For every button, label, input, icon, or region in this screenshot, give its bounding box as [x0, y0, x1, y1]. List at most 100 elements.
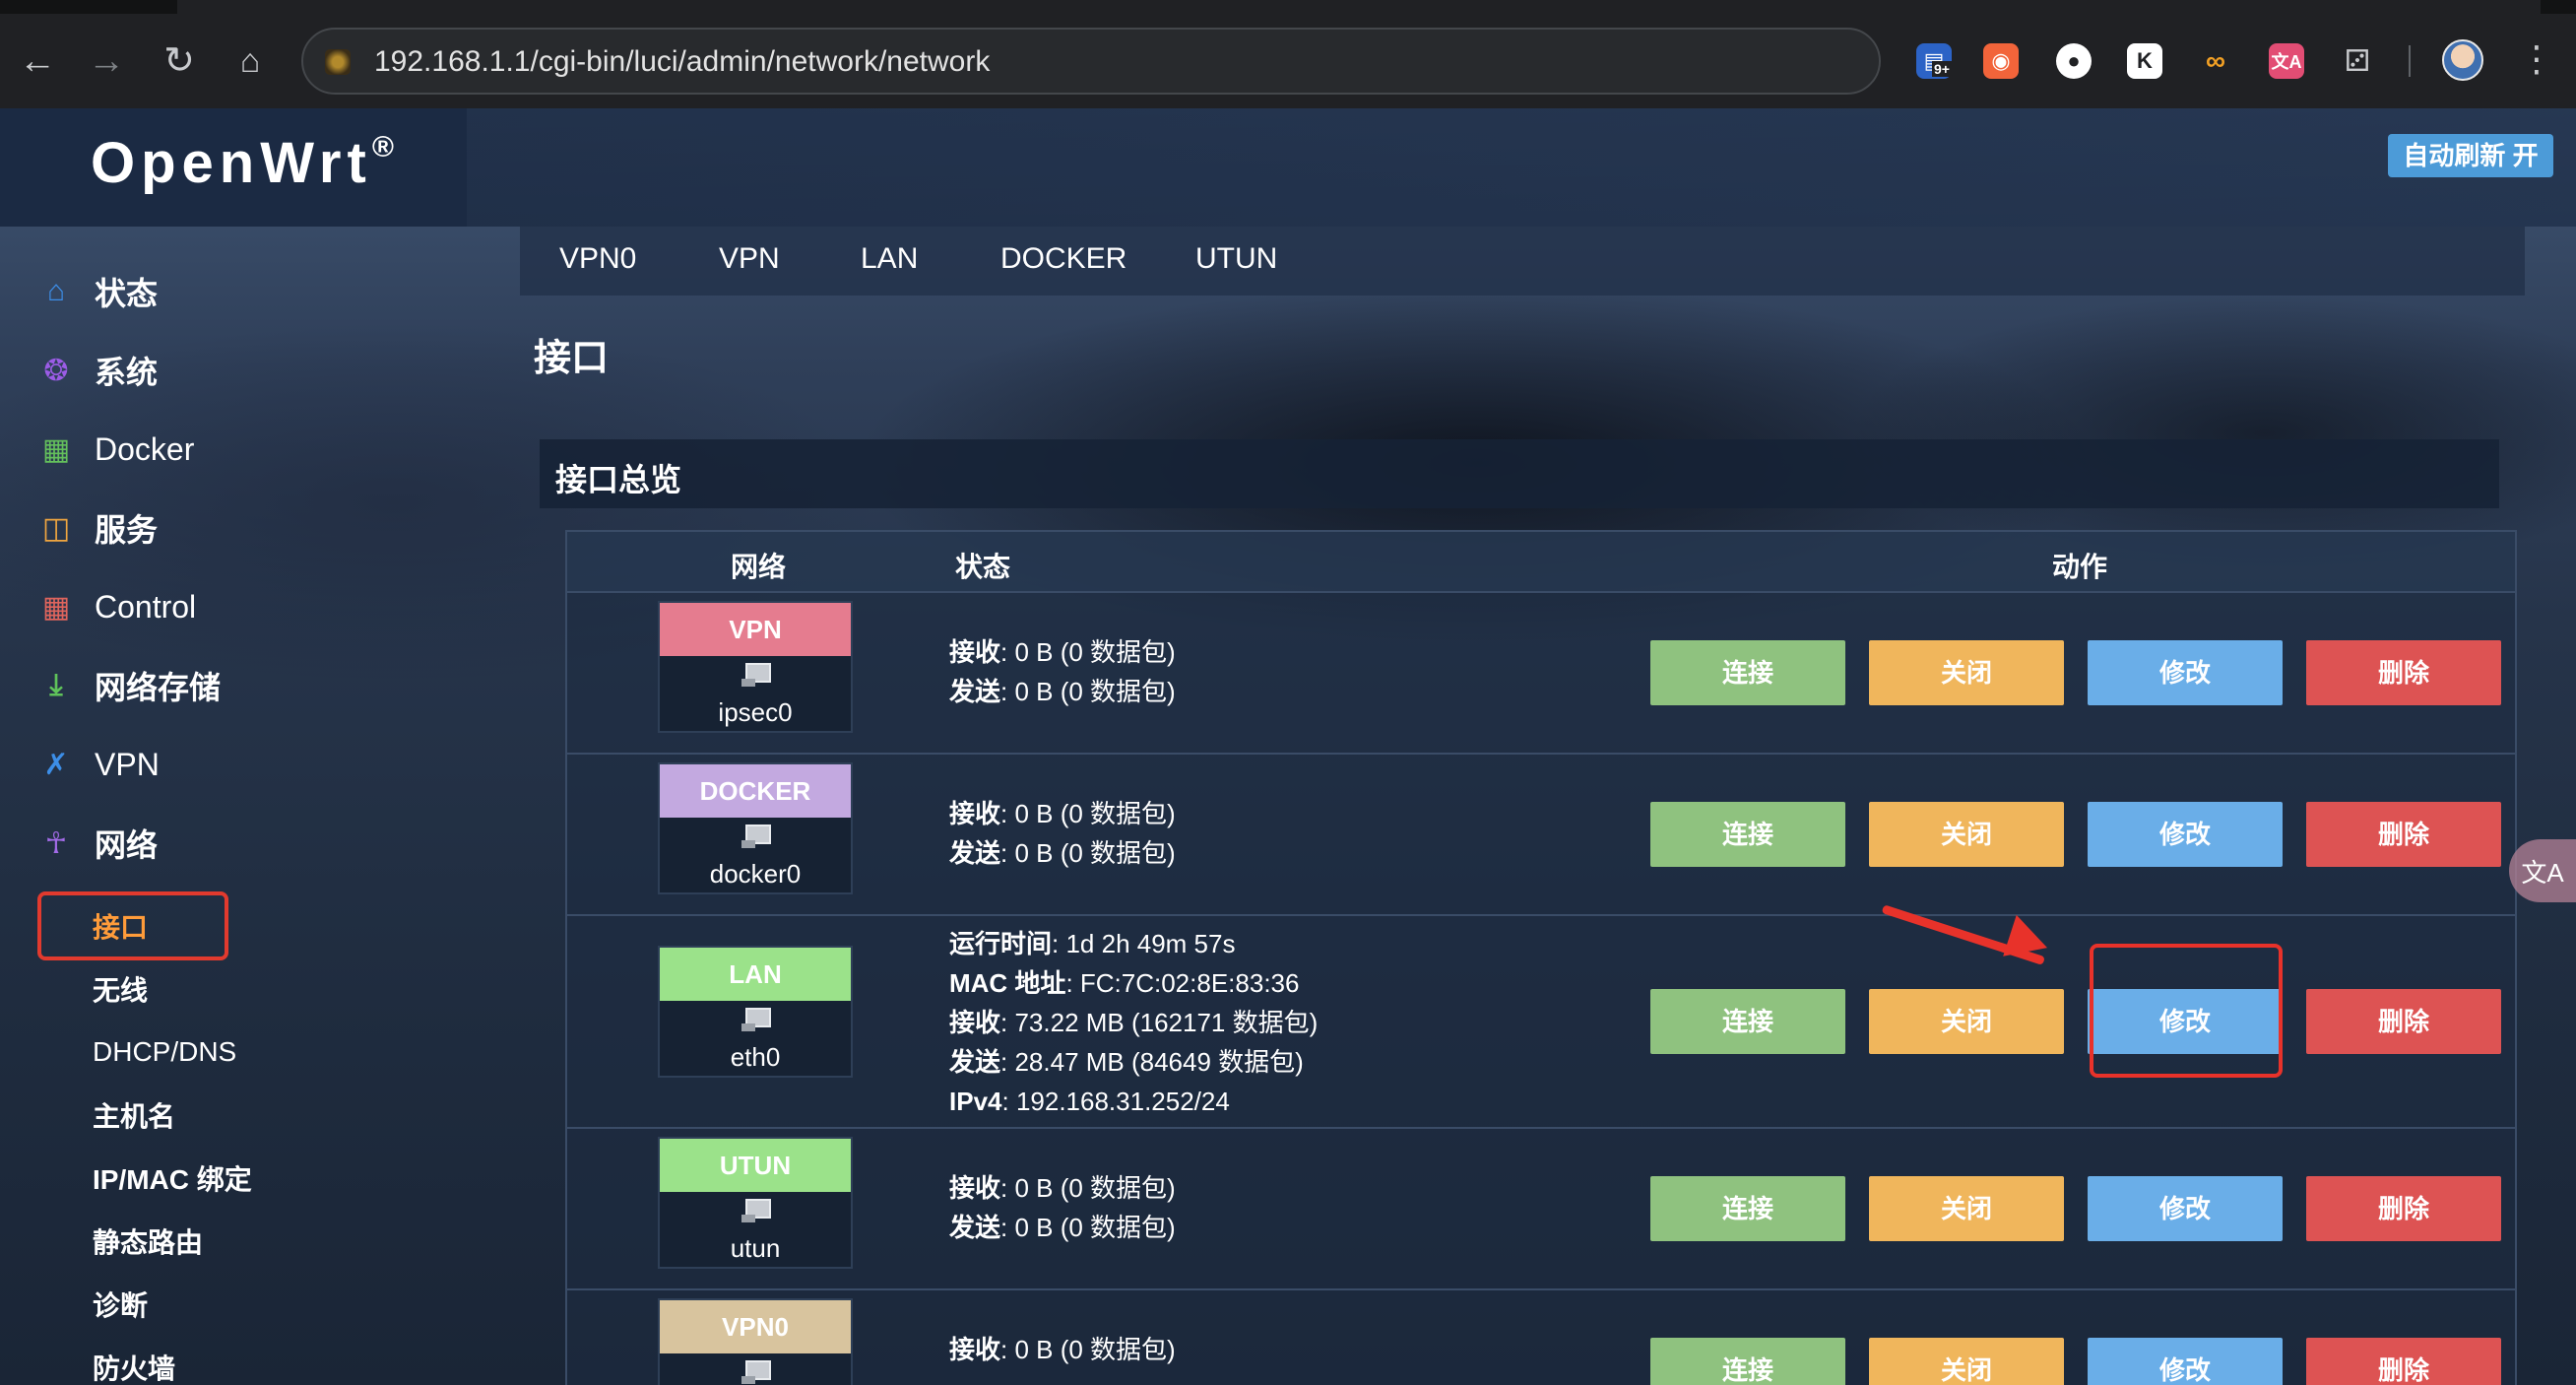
- network-device: utun: [730, 1232, 781, 1263]
- extension-circle-icon[interactable]: ●: [2056, 43, 2092, 79]
- tab-lan[interactable]: LAN: [861, 242, 918, 276]
- ethernet-port-icon: [660, 656, 851, 693]
- home-icon: ⌂: [46, 275, 66, 307]
- connect-button[interactable]: 连接: [1650, 802, 1845, 867]
- gear-icon: ❂: [43, 354, 69, 387]
- sidebar-sub-wireless[interactable]: 无线: [93, 965, 148, 1013]
- url-text[interactable]: 192.168.1.1/cgi-bin/luci/admin/network/n…: [374, 45, 990, 79]
- ethernet-port-icon: [660, 1353, 851, 1385]
- profile-avatar[interactable]: [2442, 39, 2483, 81]
- interface-tabs: VPN0 VPN LAN DOCKER UTUN: [520, 227, 2525, 296]
- section-title: 接口总览: [555, 462, 682, 497]
- tab-vpn[interactable]: VPN: [719, 242, 780, 276]
- home-icon[interactable]: ⌂: [226, 37, 274, 85]
- tab-vpn0[interactable]: VPN0: [559, 242, 636, 276]
- extension-orange-icon[interactable]: ◉: [1983, 43, 2019, 79]
- status-block: 接收: 0 B (0 数据包) 发送: 0 B (0 数据包): [949, 1173, 1176, 1242]
- ethernet-port-icon: [660, 1192, 851, 1229]
- edit-button[interactable]: 修改: [2088, 640, 2283, 705]
- edit-button[interactable]: 修改: [2088, 1176, 2283, 1241]
- delete-button[interactable]: 删除: [2306, 1338, 2501, 1385]
- network-card[interactable]: UTUN utun: [658, 1137, 853, 1269]
- calendar-icon: ▦: [41, 590, 71, 624]
- delete-button[interactable]: 删除: [2306, 989, 2501, 1054]
- sidebar-item-status[interactable]: ⌂ 状态: [37, 262, 158, 321]
- sidebar-item-network[interactable]: ☥ 网络: [37, 814, 158, 873]
- forward-arrow-icon[interactable]: →: [83, 37, 130, 85]
- delete-button[interactable]: 删除: [2306, 802, 2501, 867]
- table-row: VPN0 接收: 0 B (0 数据包) 连接 关闭 修改 删除: [565, 1290, 2517, 1385]
- sidebar-item-control[interactable]: ▦ Control: [37, 577, 196, 636]
- openwrt-page: OpenWrt® 自动刷新 开 ⌂ 状态 ❂ 系统 ▦ Docker ◫ 服务 …: [0, 108, 2576, 1385]
- tab-docker[interactable]: DOCKER: [1000, 242, 1127, 276]
- stop-button[interactable]: 关闭: [1869, 1176, 2064, 1241]
- table-header: 网络 状态 动作: [565, 530, 2517, 593]
- network-card[interactable]: VPN ipsec0: [658, 601, 853, 733]
- address-bar[interactable]: 192.168.1.1/cgi-bin/luci/admin/network/n…: [301, 28, 1881, 95]
- sidebar-item-label: 服务: [95, 512, 159, 548]
- stop-button[interactable]: 关闭: [1869, 640, 2064, 705]
- sidebar-sub-dhcp-dns[interactable]: DHCP/DNS: [93, 1028, 236, 1076]
- table-row: DOCKER docker0 接收: 0 B (0 数据包) 发送: 0 B (…: [565, 755, 2517, 916]
- network-name: UTUN: [660, 1139, 851, 1192]
- edit-button[interactable]: 修改: [2088, 802, 2283, 867]
- network-device: eth0: [730, 1041, 781, 1072]
- status-block: 接收: 0 B (0 数据包): [949, 1335, 1176, 1364]
- network-icon: ☥: [44, 826, 68, 860]
- connect-button[interactable]: 连接: [1650, 640, 1845, 705]
- connect-button[interactable]: 连接: [1650, 1338, 1845, 1385]
- sidebar-sub-hostnames[interactable]: 主机名: [93, 1091, 175, 1139]
- brand-logo[interactable]: OpenWrt®: [91, 130, 394, 196]
- sidebar-item-services[interactable]: ◫ 服务: [37, 498, 158, 558]
- grid-icon: ▦: [41, 432, 71, 466]
- connect-button[interactable]: 连接: [1650, 1176, 1845, 1241]
- floating-translate-icon[interactable]: 文A: [2509, 839, 2576, 902]
- extension-k-icon[interactable]: K: [2127, 43, 2162, 79]
- sidebar-sub-firewall[interactable]: 防火墙: [93, 1344, 175, 1385]
- network-name: LAN: [660, 948, 851, 1001]
- network-card[interactable]: VPN0: [658, 1298, 853, 1385]
- stop-button[interactable]: 关闭: [1869, 989, 2064, 1054]
- sidebar-item-label: Docker: [95, 430, 195, 467]
- sidebar-item-label: VPN: [95, 746, 160, 782]
- sidebar-sub-static-routes[interactable]: 静态路由: [93, 1218, 203, 1265]
- sidebar-item-label: Control: [95, 588, 197, 625]
- network-card[interactable]: DOCKER docker0: [658, 762, 853, 894]
- sidebar-item-nas[interactable]: ⤓ 网络存储: [37, 656, 221, 715]
- extension-bookmark-icon[interactable]: ▤ 9+: [1916, 43, 1952, 79]
- tab-utun[interactable]: UTUN: [1195, 242, 1277, 276]
- auto-refresh-toggle[interactable]: 自动刷新 开: [2388, 134, 2553, 177]
- sidebar-sub-ip-mac-binding[interactable]: IP/MAC 绑定: [93, 1154, 252, 1202]
- annotation-highlight-box: [2090, 944, 2283, 1078]
- column-actions: 动作: [2052, 552, 2108, 582]
- sidebar: ⌂ 状态 ❂ 系统 ▦ Docker ◫ 服务 ▦ Control ⤓ 网络存储…: [0, 227, 492, 1385]
- extension-translate-icon[interactable]: 文A: [2269, 43, 2304, 79]
- section-header: 接口总览: [540, 439, 2499, 508]
- sidebar-sub-interfaces[interactable]: 接口: [93, 902, 148, 950]
- delete-button[interactable]: 删除: [2306, 1176, 2501, 1241]
- status-block: 运行时间: 1d 2h 49m 57s MAC 地址: FC:7C:02:8E:…: [949, 929, 1319, 1116]
- reload-icon[interactable]: ↻: [156, 37, 203, 85]
- extensions-puzzle-icon[interactable]: ⚂: [2340, 43, 2375, 79]
- stop-button[interactable]: 关闭: [1869, 802, 2064, 867]
- browser-menu-icon[interactable]: ⋮: [2517, 37, 2556, 81]
- vpn-icon: ✗: [43, 748, 69, 781]
- toolbar-divider: [2409, 45, 2411, 77]
- connect-button[interactable]: 连接: [1650, 989, 1845, 1054]
- back-arrow-icon[interactable]: ←: [14, 37, 61, 85]
- network-card[interactable]: LAN eth0: [658, 946, 853, 1078]
- stop-button[interactable]: 关闭: [1869, 1338, 2064, 1385]
- active-tab[interactable]: [177, 0, 2541, 14]
- column-network: 网络: [731, 552, 787, 582]
- extension-badge: 9+: [1932, 61, 1952, 77]
- extension-infinity-icon[interactable]: ∞: [2198, 43, 2233, 79]
- delete-button[interactable]: 删除: [2306, 640, 2501, 705]
- sidebar-item-vpn[interactable]: ✗ VPN: [37, 735, 160, 794]
- sidebar-item-system[interactable]: ❂ 系统: [37, 341, 158, 400]
- edit-button[interactable]: 修改: [2088, 1338, 2283, 1385]
- column-status: 状态: [955, 552, 1011, 582]
- sidebar-item-docker[interactable]: ▦ Docker: [37, 420, 195, 479]
- services-icon: ◫: [41, 511, 71, 545]
- ethernet-port-icon: [660, 1001, 851, 1038]
- sidebar-sub-diagnostics[interactable]: 诊断: [93, 1281, 148, 1328]
